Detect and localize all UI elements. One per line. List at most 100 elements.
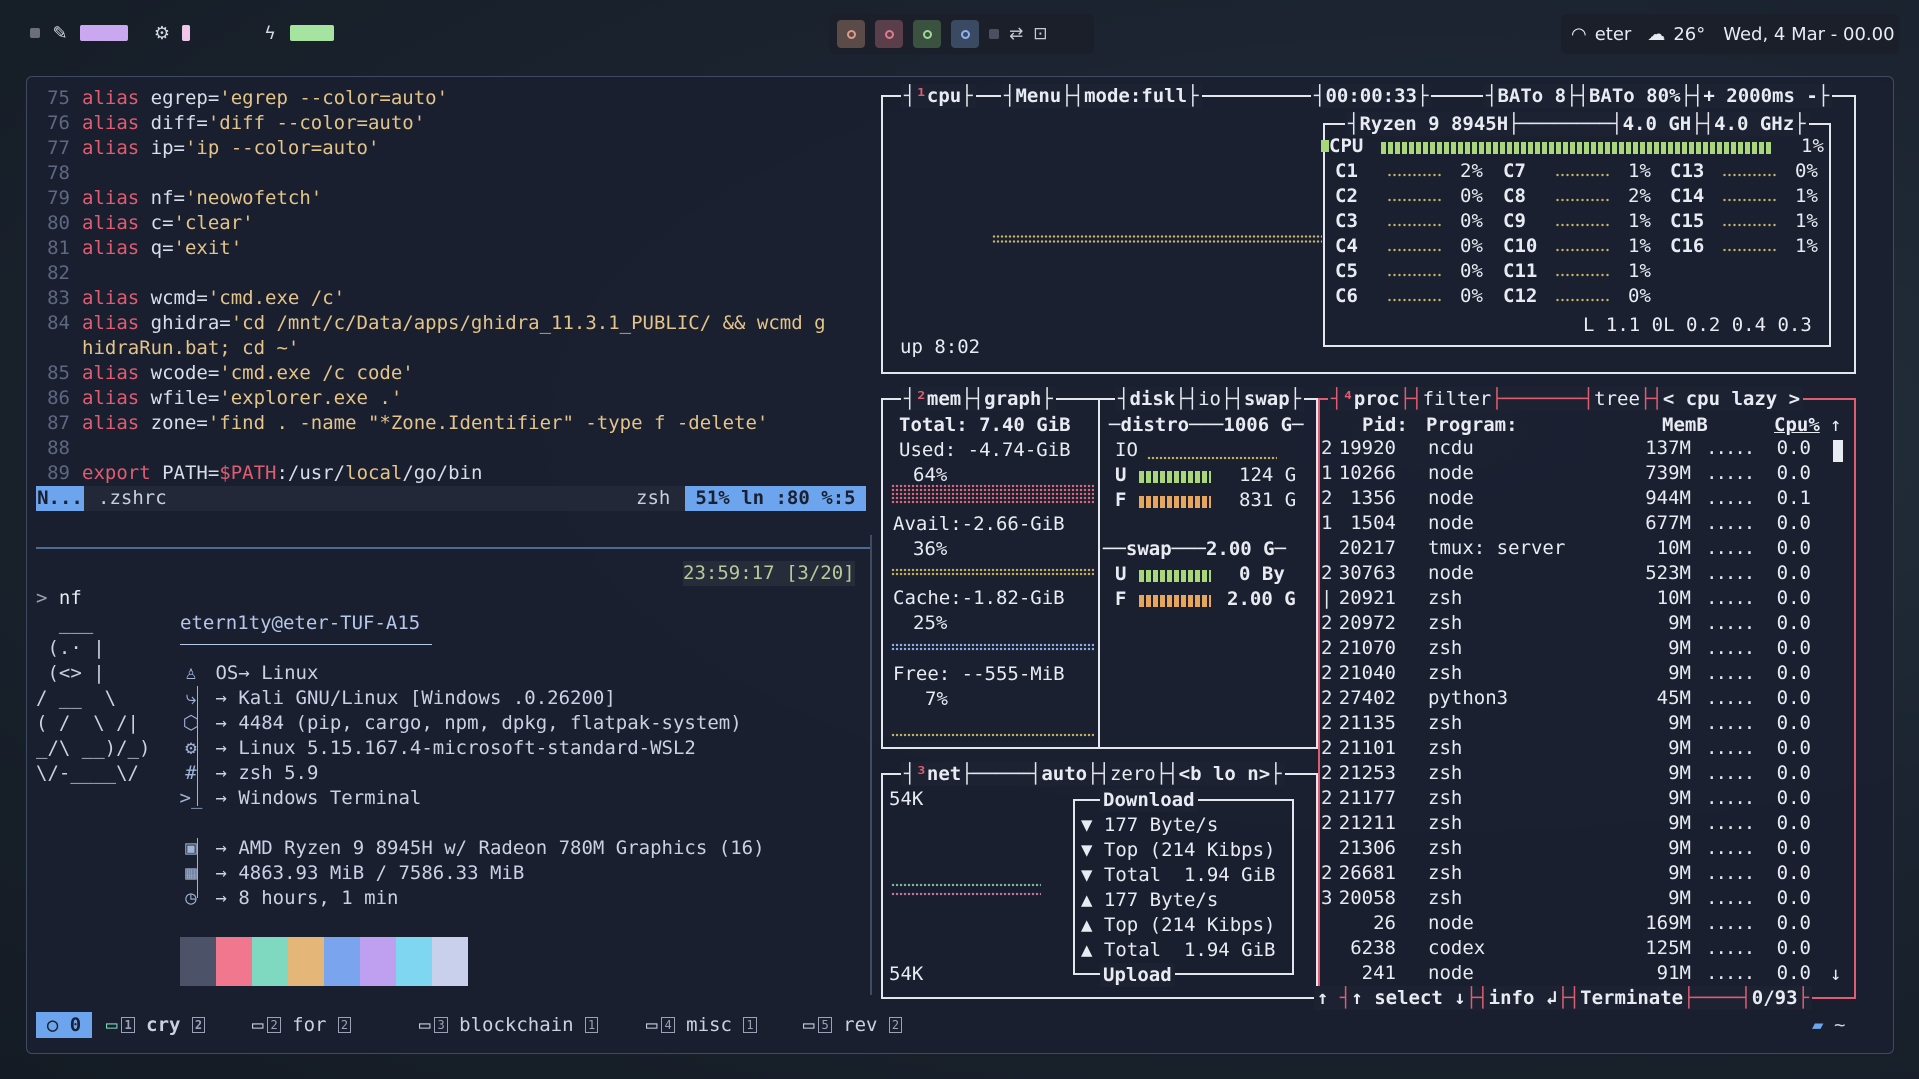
- tmux-window-cry[interactable]: ▭ 1 cry 2: [106, 1012, 206, 1038]
- terminate-control[interactable]: Terminate: [1580, 987, 1683, 1009]
- tmux-window-for[interactable]: ▭ 2 for 2: [252, 1012, 352, 1038]
- identifier: ghidra=: [139, 312, 231, 334]
- swap-used-meter: [1139, 570, 1211, 582]
- proc-row[interactable]: 2 1356 node 944M..... 0.1: [1321, 486, 1831, 511]
- terminal-window-icon[interactable]: ⊡: [1033, 24, 1047, 44]
- workspace-2[interactable]: [875, 20, 903, 48]
- cpu-icon[interactable]: ⚙: [152, 23, 172, 44]
- cpu-title[interactable]: ┤¹cpu├: [901, 84, 976, 108]
- select-control[interactable]: ↑ ┤↑ select ↓├┤: [1317, 987, 1489, 1009]
- proc-cpu-graph: .....: [1706, 937, 1755, 959]
- core-graph: [1387, 198, 1443, 202]
- proc-header-mem[interactable]: MemB: [1662, 413, 1708, 438]
- net-interface-select[interactable]: <b lo n>: [1179, 763, 1271, 785]
- keyword: alias: [82, 87, 140, 109]
- proc-row[interactable]: 2 19920 ncdu 137M..... 0.0: [1321, 436, 1831, 461]
- proc-row[interactable]: 2 21211 zsh 9M..... 0.0: [1321, 811, 1831, 836]
- net-zero-toggle[interactable]: zero: [1110, 763, 1156, 785]
- fetch-info-line: ♙ OS→ Linux: [178, 661, 318, 686]
- proc-row[interactable]: | 20921 zsh 10M..... 0.0: [1321, 586, 1831, 611]
- identifier: wcode=: [139, 362, 220, 384]
- core-label: C6: [1335, 285, 1358, 307]
- mem-cache-pct: 25%: [913, 612, 948, 634]
- wifi-icon[interactable]: ◠: [1571, 24, 1587, 45]
- proc-row[interactable]: 2 21070 zsh 9M..... 0.0: [1321, 636, 1831, 661]
- proc-tree-toggle[interactable]: tree: [1594, 388, 1640, 410]
- swap-arrows-icon[interactable]: ⇄: [1009, 24, 1023, 44]
- line-number: 79: [47, 187, 70, 209]
- scroll-up-icon[interactable]: ↑: [1830, 413, 1841, 438]
- proc-row[interactable]: 20217 tmux: server 10M..... 0.0: [1321, 536, 1831, 561]
- proc-row[interactable]: 21306 zsh 9M..... 0.0: [1321, 836, 1831, 861]
- proc-pid: 27402: [1338, 687, 1396, 709]
- proc-title-label: proc: [1353, 388, 1400, 410]
- proc-row[interactable]: 2 30763 node 523M..... 0.0: [1321, 561, 1831, 586]
- mem-cache-graph: [891, 643, 1094, 651]
- core-pct: 0%: [1460, 185, 1483, 207]
- wifi-label[interactable]: eter: [1595, 24, 1632, 45]
- mem-title[interactable]: ┤²mem├┤graph├: [901, 387, 1056, 411]
- datetime[interactable]: Wed, 4 Mar - 00.00: [1723, 24, 1894, 45]
- workspace-3[interactable]: [913, 20, 941, 48]
- proc-header-pid[interactable]: Pid:: [1362, 413, 1408, 438]
- proc-row[interactable]: 6238 codex 125M..... 0.0: [1321, 936, 1831, 961]
- folder-icon: ▰: [1812, 1014, 1824, 1036]
- line-number: 82: [47, 262, 70, 284]
- net-auto-toggle[interactable]: auto: [1041, 763, 1087, 785]
- tmux-session[interactable]: ○ 0: [36, 1012, 92, 1038]
- disk-title[interactable]: ┤disk├┤io├┤swap├: [1115, 387, 1305, 411]
- palette-swatch: [432, 937, 468, 986]
- pane-divider[interactable]: [36, 547, 870, 549]
- mem-graph-toggle[interactable]: graph: [984, 388, 1041, 410]
- proc-row[interactable]: 26 node 169M..... 0.0: [1321, 911, 1831, 936]
- scroll-down-icon[interactable]: ↓: [1830, 962, 1841, 987]
- proc-header-cpu[interactable]: Cpu%: [1774, 413, 1820, 438]
- proc-row[interactable]: 241 node 91M..... 0.0: [1321, 961, 1831, 986]
- tmux-window-misc[interactable]: ▭ 4 misc 1: [646, 1012, 757, 1038]
- workspace-empty[interactable]: [989, 29, 999, 39]
- pencil-icon[interactable]: ✎: [50, 23, 70, 44]
- proc-row[interactable]: 2 21177 zsh 9M..... 0.0: [1321, 786, 1831, 811]
- proc-cpu: 0.0: [1776, 462, 1811, 484]
- tmux-status-bar: ○ 0 ▭ 1 cry 2 ▭ 2 for 2 ▭ 3 blockchain 1 ▭ 4 mi…: [36, 1012, 1886, 1038]
- tmux-window-blockchain[interactable]: ▭ 3 blockchain 1: [419, 1012, 599, 1038]
- editor-line: 80 alias c='clear': [36, 211, 254, 236]
- workspace-1[interactable]: [837, 20, 865, 48]
- proc-row[interactable]: 2 27402 python3 45M..... 0.0: [1321, 686, 1831, 711]
- kernel-icon: ⚙: [185, 737, 197, 759]
- menu-dot[interactable]: [30, 28, 40, 38]
- proc-row[interactable]: 2 21040 zsh 9M..... 0.0: [1321, 661, 1831, 686]
- proc-scrollbar-thumb[interactable]: [1833, 440, 1843, 462]
- proc-row[interactable]: 1 1504 node 677M..... 0.0: [1321, 511, 1831, 536]
- net-title[interactable]: ┤³net├─────┤auto├┤zero├┤<b lo n>├: [901, 762, 1285, 786]
- line-number: 81: [47, 237, 70, 259]
- net-upload-graph: [891, 892, 1041, 896]
- proc-filter[interactable]: filter: [1423, 388, 1492, 410]
- proc-sort-select[interactable]: < cpu lazy >: [1663, 388, 1800, 410]
- workspace-4[interactable]: [951, 20, 979, 48]
- proc-header-program[interactable]: Program:: [1426, 413, 1518, 438]
- proc-row[interactable]: 2 26681 zsh 9M..... 0.0: [1321, 861, 1831, 886]
- menu-button[interactable]: ┤Menu├┤mode:full├: [1001, 84, 1202, 108]
- info-control[interactable]: info ↲: [1489, 987, 1558, 1009]
- weather-icon: ☁: [1647, 23, 1666, 45]
- distro-icon: ⤷: [185, 687, 197, 709]
- disk-io-toggle[interactable]: io: [1198, 388, 1221, 410]
- proc-row[interactable]: 2 21253 zsh 9M..... 0.0: [1321, 761, 1831, 786]
- proc-row[interactable]: 3 20058 zsh 9M..... 0.0: [1321, 886, 1831, 911]
- mem-avail-graph: [891, 568, 1094, 576]
- proc-title[interactable]: ┤⁴proc├┤filter├───────┤tree├┤< cpu lazy …: [1328, 387, 1804, 411]
- proc-program: zsh: [1428, 712, 1463, 734]
- proc-row[interactable]: 2 20972 zsh 9M..... 0.0: [1321, 611, 1831, 636]
- proc-row[interactable]: 2 21101 zsh 9M..... 0.0: [1321, 736, 1831, 761]
- proc-pid: 21101: [1338, 737, 1396, 759]
- proc-row[interactable]: 1 10266 node 739M..... 0.0: [1321, 461, 1831, 486]
- proc-row[interactable]: 2 21135 zsh 9M..... 0.0: [1321, 711, 1831, 736]
- disk-swap-toggle[interactable]: swap: [1244, 388, 1290, 410]
- net-download-graph: [891, 883, 1041, 887]
- pane-divider-vertical[interactable]: [870, 535, 872, 995]
- bolt-icon[interactable]: ϟ: [260, 23, 280, 44]
- tmux-window-rev[interactable]: ▭ 5 rev 2: [803, 1012, 903, 1038]
- proc-cpu-graph: .....: [1706, 887, 1755, 909]
- update-rate[interactable]: + 2000ms -: [1703, 85, 1817, 107]
